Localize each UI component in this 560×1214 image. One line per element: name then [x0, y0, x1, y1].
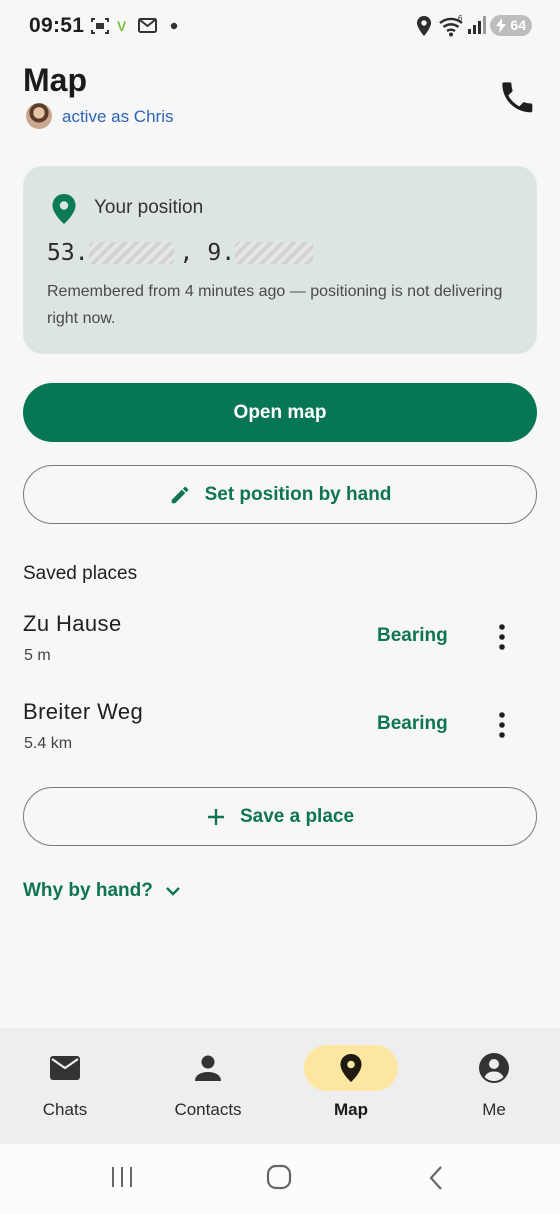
person-icon [195, 1055, 221, 1081]
mail-icon [50, 1056, 80, 1080]
why-by-hand-label: Why by hand? [23, 880, 153, 901]
save-place-button[interactable]: Save a place [23, 787, 537, 846]
coordinates: 53. , 9. [47, 240, 314, 266]
battery-indicator: 64 [490, 15, 532, 36]
nav-label: Map [334, 1100, 368, 1119]
position-note: Remembered from 4 minutes ago — position… [47, 283, 503, 327]
saved-places-heading: Saved places [23, 563, 138, 584]
coordinate-separator: , [179, 240, 194, 266]
nav-item-map[interactable]: Map [281, 1028, 421, 1144]
nav-label: Me [482, 1100, 506, 1119]
more-vert-icon [499, 712, 505, 738]
more-options-button[interactable] [488, 711, 516, 739]
location-icon [416, 15, 432, 37]
pencil-icon [171, 486, 188, 503]
wifi-icon: 6 [438, 14, 466, 38]
place-name: Zu Hause [23, 611, 122, 636]
list-item[interactable]: Zu Hause 5 m Bearing [0, 611, 560, 681]
plus-icon [207, 808, 224, 825]
position-title: Your position [94, 197, 204, 218]
open-map-button[interactable]: Open map [23, 383, 537, 442]
list-item[interactable]: Breiter Weg 5.4 km Bearing [0, 699, 560, 769]
back-icon [429, 1166, 442, 1190]
nav-item-chats[interactable]: Chats [0, 1028, 135, 1144]
nav-icon-container [447, 1045, 541, 1091]
nav-icon-container [161, 1045, 255, 1091]
more-vert-icon [499, 624, 505, 650]
mail-icon [138, 16, 158, 34]
bottom-navigation: Chats Contacts Map Me [0, 1028, 560, 1144]
system-navigation-bar [0, 1144, 560, 1214]
longitude-redacted [235, 242, 314, 264]
recent-apps-icon [112, 1167, 132, 1187]
longitude-prefix: 9. [207, 240, 236, 266]
battery-level: 64 [510, 17, 526, 33]
status-bar: 09:51 V 6 64 [0, 0, 560, 52]
call-button[interactable] [499, 79, 539, 119]
set-position-label: Set position by hand [204, 483, 392, 505]
dot-icon [170, 22, 178, 30]
active-profile-label[interactable]: active as Chris [62, 107, 173, 127]
latitude-prefix: 53. [47, 240, 89, 266]
open-map-label: Open map [233, 401, 327, 423]
place-name: Breiter Weg [23, 699, 144, 724]
nav-item-contacts[interactable]: Contacts [138, 1028, 278, 1144]
why-by-hand-toggle[interactable]: Why by hand? [23, 880, 181, 902]
bearing-button[interactable]: Bearing [377, 713, 448, 735]
recent-apps-button[interactable] [110, 1164, 134, 1190]
more-options-button[interactable] [488, 623, 516, 651]
nav-item-me[interactable]: Me [424, 1028, 560, 1144]
home-icon [266, 1164, 292, 1190]
position-card: Your position 53. , 9. Remembered from 4… [23, 166, 537, 354]
place-distance: 5 m [24, 647, 51, 664]
vpn-icon: V [117, 18, 127, 34]
location-pin-icon [51, 193, 77, 225]
signal-icon [467, 15, 487, 35]
place-distance: 5.4 km [24, 735, 73, 752]
location-pin-icon [340, 1054, 362, 1082]
nav-label: Chats [42, 1100, 88, 1119]
svg-text:6: 6 [458, 14, 463, 23]
home-button[interactable] [266, 1164, 292, 1190]
phone-icon [502, 82, 533, 113]
battery-charging-icon [496, 18, 506, 33]
nav-label: Contacts [174, 1100, 242, 1119]
set-position-button[interactable]: Set position by hand [23, 465, 537, 524]
nav-icon-container [18, 1045, 112, 1091]
page-title: Map [23, 62, 87, 98]
account-circle-icon [479, 1053, 509, 1083]
latitude-redacted [88, 242, 174, 264]
screenshot-icon [90, 16, 110, 36]
bearing-button[interactable]: Bearing [377, 625, 448, 647]
nav-icon-container [304, 1045, 398, 1091]
back-button[interactable] [426, 1164, 446, 1192]
save-place-label: Save a place [239, 805, 355, 827]
status-time: 09:51 [29, 14, 85, 37]
chevron-down-icon [165, 887, 180, 896]
avatar[interactable] [26, 103, 52, 129]
